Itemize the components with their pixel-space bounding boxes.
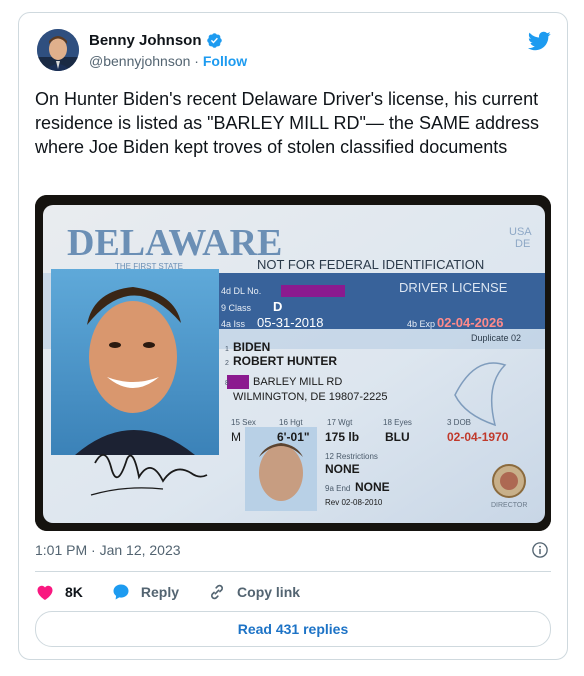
license-num-2: 2 [225, 360, 229, 367]
copy-link-button[interactable]: Copy link [207, 582, 300, 602]
reply-bubble-icon [113, 584, 129, 600]
license-eyes-label: 18 Eyes [383, 418, 412, 427]
license-dob-label: 3 DOB [447, 418, 471, 427]
license-exp-value: 02-04-2026 [437, 315, 504, 330]
license-restrictions-value: NONE [325, 462, 360, 476]
license-rev: Rev 02-08-2010 [325, 498, 383, 507]
redaction-address [227, 375, 249, 389]
avatar[interactable] [37, 29, 79, 71]
license-iss-value: 05-31-2018 [257, 315, 324, 330]
license-num-1: 1 [225, 346, 229, 353]
twitter-logo-icon[interactable] [527, 29, 551, 53]
license-not-federal: NOT FOR FEDERAL IDENTIFICATION [257, 257, 484, 272]
redaction-dl-number [281, 285, 345, 297]
license-state-code: DE [515, 238, 530, 250]
license-duplicate: Duplicate 02 [471, 333, 521, 343]
license-class-value: D [273, 299, 282, 314]
license-last-name: BIDEN [233, 340, 270, 354]
author-name-row: Benny Johnson [89, 32, 223, 49]
license-first-name: ROBERT HUNTER [233, 354, 337, 368]
license-state: DELAWARE [67, 222, 282, 264]
author-name[interactable]: Benny Johnson [89, 32, 202, 49]
license-wgt-value: 175 lb [325, 430, 359, 444]
license-class-label: 9 Class [221, 303, 252, 313]
info-icon[interactable] [531, 541, 549, 559]
verified-badge-icon [206, 33, 222, 48]
license-doc-type: DRIVER LICENSE [399, 280, 508, 295]
license-iss-label: 4a Iss [221, 319, 246, 329]
link-icon [211, 584, 223, 600]
license-hgt-value: 6'-01" [277, 430, 310, 444]
license-eyes-value: BLU [385, 430, 410, 444]
license-restrictions-label: 12 Restrictions [325, 452, 378, 461]
license-sex-label: 15 Sex [231, 418, 256, 427]
license-street: BARLEY MILL RD [253, 376, 342, 388]
license-dl-no-label: 4d DL No. [221, 286, 261, 296]
license-dob-value: 02-04-1970 [447, 430, 509, 444]
action-bar: 8K Reply Copy link [35, 581, 328, 603]
license-end-label: 9a End [325, 484, 350, 493]
author-handle-row: @bennyjohnson · Follow [89, 53, 247, 69]
license-sex-value: M [231, 430, 241, 444]
tweet-card: Benny Johnson @bennyjohnson · Follow On … [18, 12, 568, 660]
separator: · [194, 53, 199, 69]
like-button[interactable]: 8K [35, 582, 83, 602]
heart-icon [37, 585, 53, 600]
like-count: 8K [65, 584, 83, 600]
license-num-8: 8 [225, 380, 229, 387]
copy-link-label: Copy link [237, 584, 301, 600]
tweet-text: On Hunter Biden's recent Delaware Driver… [35, 89, 545, 157]
license-city: WILMINGTON, DE 19807-2225 [233, 391, 387, 403]
divider [35, 571, 551, 572]
license-end-value: NONE [355, 480, 390, 494]
license-director: DIRECTOR [491, 502, 527, 509]
reply-button[interactable]: Reply [111, 582, 179, 602]
license-exp-label: 4b Exp [407, 319, 435, 329]
tweet-timestamp[interactable]: 1:01 PM · Jan 12, 2023 [35, 542, 181, 558]
license-state-subtitle: THE FIRST STATE [115, 262, 183, 271]
read-replies-button[interactable]: Read 431 replies [35, 611, 551, 647]
license-hgt-label: 16 Hgt [279, 418, 303, 427]
follow-button[interactable]: Follow [203, 53, 247, 69]
license-wgt-label: 17 Wgt [327, 418, 353, 427]
tweet-media-image[interactable]: DELAWARE THE FIRST STATE USA DE NOT FOR … [35, 195, 551, 531]
drivers-license-image: DELAWARE THE FIRST STATE USA DE NOT FOR … [35, 195, 551, 531]
license-country: USA [509, 226, 532, 238]
reply-label: Reply [140, 584, 180, 600]
author-handle[interactable]: @bennyjohnson [89, 53, 190, 69]
